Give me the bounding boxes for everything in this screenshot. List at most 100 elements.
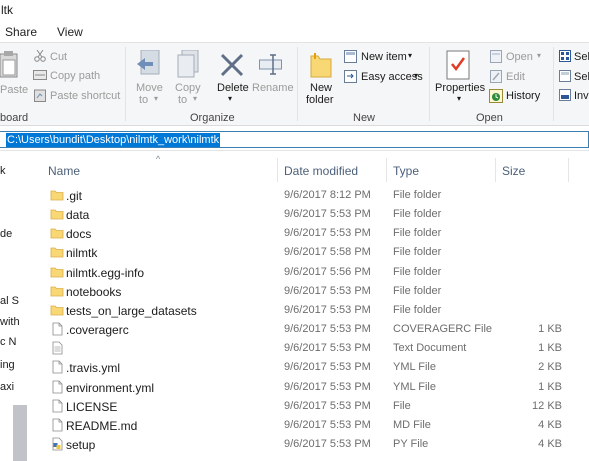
file-row[interactable]: 9/6/2017 5:53 PM Text Document 1 KB xyxy=(40,339,589,358)
text-document-icon xyxy=(50,341,64,355)
folder-row[interactable]: .git 9/6/2017 8:12 PM File folder xyxy=(40,186,589,205)
file-name[interactable]: docs xyxy=(66,227,91,241)
file-name[interactable]: setup xyxy=(66,438,95,452)
move-to-sublabel[interactable]: to xyxy=(139,94,148,106)
sort-arrow-icon: ^ xyxy=(156,154,161,164)
file-type: File folder xyxy=(393,189,442,201)
delete-button[interactable]: Delete xyxy=(217,82,249,94)
nav-item[interactable]: de xyxy=(0,228,12,240)
file-size: 4 KB xyxy=(538,418,562,431)
column-headers: ^ Name Date modified Type Size xyxy=(40,154,589,182)
address-bar[interactable]: C:\Users\bundit\Desktop\nilmtk_work\nilm… xyxy=(0,127,589,151)
new-folder-label[interactable]: New xyxy=(310,82,332,94)
new-folder-sublabel[interactable]: folder xyxy=(306,94,334,106)
column-divider[interactable] xyxy=(386,158,387,182)
file-name[interactable]: .git xyxy=(66,189,82,203)
file-icon xyxy=(50,418,64,432)
nav-item[interactable]: with xyxy=(0,316,20,328)
easy-access-icon xyxy=(344,70,357,83)
file-size: 1 KB xyxy=(538,342,562,355)
rename-button[interactable]: Rename xyxy=(252,82,294,94)
folder-row[interactable]: nilmtk.egg-info 9/6/2017 5:56 PM File fold… xyxy=(40,263,589,282)
folder-icon xyxy=(50,207,64,221)
paste-shortcut-button[interactable]: Paste shortcut xyxy=(50,90,120,102)
folder-row[interactable]: notebooks 9/6/2017 5:53 PM File folder xyxy=(40,282,589,301)
select-none-button[interactable]: Sel xyxy=(574,71,589,83)
file-type: File xyxy=(393,399,411,412)
folder-icon xyxy=(50,188,64,202)
nav-item[interactable]: axi xyxy=(0,381,14,393)
file-name[interactable]: LICENSE xyxy=(66,400,117,414)
group-divider xyxy=(297,47,298,121)
file-name[interactable]: nilmtk.egg-info xyxy=(66,266,144,280)
history-icon xyxy=(489,89,503,103)
copy-to-icon xyxy=(177,50,199,78)
address-field[interactable]: C:\Users\bundit\Desktop\nilmtk_work\nilm… xyxy=(0,131,589,148)
chevron-down-icon: ▾ xyxy=(537,51,542,60)
paste-button[interactable]: Paste xyxy=(0,84,28,96)
new-item-icon xyxy=(344,50,357,63)
file-name[interactable]: data xyxy=(66,208,89,222)
edit-button[interactable]: Edit xyxy=(506,71,525,83)
column-divider[interactable] xyxy=(495,158,496,182)
column-divider[interactable] xyxy=(568,158,569,182)
file-name[interactable]: tests_on_large_datasets xyxy=(66,304,197,318)
new-item-button[interactable]: New item xyxy=(361,51,407,63)
nav-item[interactable]: k xyxy=(0,165,6,177)
file-type: File folder xyxy=(393,284,442,297)
column-header-type[interactable]: Type xyxy=(393,164,419,178)
column-header-name[interactable]: Name xyxy=(48,164,80,178)
clipboard-group-label: board xyxy=(0,112,29,124)
file-name[interactable]: .travis.yml xyxy=(66,361,120,375)
select-all-button[interactable]: Sel xyxy=(574,51,589,63)
invert-selection-icon xyxy=(559,89,571,101)
file-row[interactable]: README.md 9/6/2017 5:53 PM MD File 4 KB xyxy=(40,416,589,435)
copy-to-label[interactable]: Copy xyxy=(175,82,201,94)
paste-icon xyxy=(0,51,18,78)
file-name[interactable]: .coveragerc xyxy=(66,323,129,337)
folder-row[interactable]: nilmtk 9/6/2017 5:58 PM File folder xyxy=(40,243,589,262)
file-row[interactable]: .coveragerc 9/6/2017 5:53 PM COVERAGERC Fi… xyxy=(40,320,589,339)
tab-view[interactable]: View xyxy=(57,25,83,39)
open-button[interactable]: Open xyxy=(506,51,533,63)
folder-row[interactable]: docs 9/6/2017 5:53 PM File folder xyxy=(40,224,589,243)
column-header-date[interactable]: Date modified xyxy=(284,164,358,178)
folder-row[interactable]: data 9/6/2017 5:53 PM File folder xyxy=(40,205,589,224)
file-name[interactable]: environment.yml xyxy=(66,381,154,395)
move-to-label[interactable]: Move xyxy=(136,82,163,94)
new-folder-icon xyxy=(310,53,332,78)
history-button[interactable]: History xyxy=(506,90,540,102)
open-icon xyxy=(490,50,502,63)
file-name[interactable]: nilmtk xyxy=(66,246,97,260)
tab-share[interactable]: Share xyxy=(5,25,37,39)
file-row[interactable]: environment.yml 9/6/2017 5:53 PM YML File 1… xyxy=(40,378,589,397)
nav-item[interactable]: c N xyxy=(0,336,17,348)
copy-to-sublabel[interactable]: to xyxy=(178,94,187,106)
file-date-modified: 9/6/2017 5:53 PM xyxy=(284,418,371,431)
group-divider xyxy=(125,47,126,121)
nav-item[interactable]: ing xyxy=(0,359,15,371)
file-size: 4 KB xyxy=(538,437,562,450)
cut-button[interactable]: Cut xyxy=(50,51,67,63)
properties-icon xyxy=(446,50,470,80)
file-icon xyxy=(50,399,64,413)
properties-button[interactable]: Properties xyxy=(435,82,485,94)
address-path[interactable]: C:\Users\bundit\Desktop\nilmtk_work\nilm… xyxy=(6,133,221,147)
chevron-down-icon: ▾ xyxy=(154,94,159,103)
edit-icon xyxy=(490,70,502,83)
nav-item[interactable]: al S xyxy=(0,295,19,307)
column-header-size[interactable]: Size xyxy=(502,164,525,178)
file-name[interactable]: README.md xyxy=(66,419,137,433)
file-date-modified: 9/6/2017 5:56 PM xyxy=(284,265,371,278)
file-name[interactable]: notebooks xyxy=(66,285,121,299)
file-row[interactable]: .travis.yml 9/6/2017 5:53 PM YML File 2 KB xyxy=(40,358,589,377)
file-type: File folder xyxy=(393,246,442,259)
invert-selection-button[interactable]: Inv xyxy=(574,90,589,102)
copy-path-button[interactable]: Copy path xyxy=(50,70,100,82)
file-row[interactable]: setup 9/6/2017 5:53 PM PY File 4 KB xyxy=(40,435,589,454)
column-divider[interactable] xyxy=(277,158,278,182)
folder-row[interactable]: tests_on_large_datasets 9/6/2017 5:53 PM F… xyxy=(40,301,589,320)
file-row[interactable]: LICENSE 9/6/2017 5:53 PM File 12 KB xyxy=(40,397,589,416)
nav-scrollbar-thumb[interactable] xyxy=(13,405,27,461)
file-date-modified: 9/6/2017 5:53 PM xyxy=(284,208,371,221)
